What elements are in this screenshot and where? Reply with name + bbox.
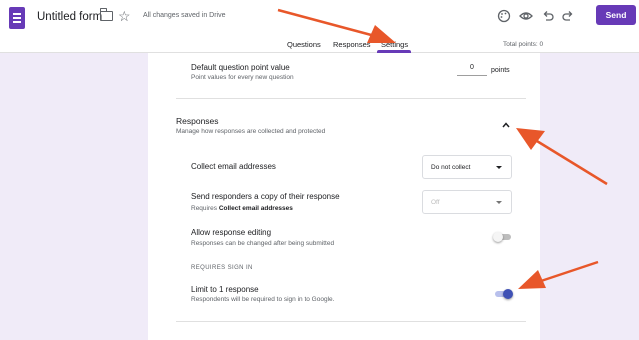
send-copy-value: Off xyxy=(431,199,440,206)
form-title[interactable]: Untitled form xyxy=(37,11,102,23)
send-copy-label: Send responders a copy of their response xyxy=(191,192,340,201)
responses-section-title[interactable]: Responses xyxy=(176,116,219,126)
responses-section-description: Manage how responses are collected and p… xyxy=(176,128,326,135)
eye-icon[interactable] xyxy=(519,9,533,23)
limit-one-label: Limit to 1 response xyxy=(191,285,259,294)
tab-questions[interactable]: Questions xyxy=(287,40,321,49)
chevron-up-icon[interactable] xyxy=(502,121,510,129)
forms-logo-icon[interactable] xyxy=(9,7,25,29)
send-copy-dropdown[interactable]: Off xyxy=(422,190,512,214)
redo-icon[interactable] xyxy=(561,9,575,23)
palette-icon[interactable] xyxy=(497,9,511,23)
limit-one-toggle[interactable] xyxy=(493,289,513,299)
undo-icon[interactable] xyxy=(541,9,555,23)
star-icon[interactable]: ☆ xyxy=(118,9,131,23)
allow-editing-toggle[interactable] xyxy=(493,232,513,242)
dropdown-arrow-icon xyxy=(496,201,502,204)
send-copy-requirement: Requires Collect email addresses xyxy=(191,205,293,212)
tab-settings[interactable]: Settings xyxy=(381,40,408,49)
folder-icon[interactable] xyxy=(99,8,113,21)
allow-editing-label: Allow response editing xyxy=(191,228,272,237)
save-status: All changes saved in Drive xyxy=(143,12,226,19)
default-points-input[interactable]: 0 xyxy=(457,64,487,76)
send-button[interactable]: Send xyxy=(596,5,636,25)
points-unit-label: points xyxy=(491,67,510,74)
divider xyxy=(176,321,526,322)
default-points-label: Default question point value xyxy=(191,63,290,72)
collect-email-value: Do not collect xyxy=(431,164,471,171)
collect-email-dropdown[interactable]: Do not collect xyxy=(422,155,512,179)
total-points: Total points: 0 xyxy=(503,41,544,48)
limit-one-description: Respondents will be required to sign in … xyxy=(191,296,335,303)
default-points-description: Point values for every new question xyxy=(191,74,294,81)
tab-responses[interactable]: Responses xyxy=(333,40,371,49)
dropdown-arrow-icon xyxy=(496,166,502,169)
requires-sign-in-heading: REQUIRES SIGN IN xyxy=(191,265,253,271)
top-bar: Untitled form ☆ All changes saved in Dri… xyxy=(0,0,639,53)
divider xyxy=(176,98,526,99)
collect-email-label: Collect email addresses xyxy=(191,162,276,171)
allow-editing-description: Responses can be changed after being sub… xyxy=(191,240,335,247)
